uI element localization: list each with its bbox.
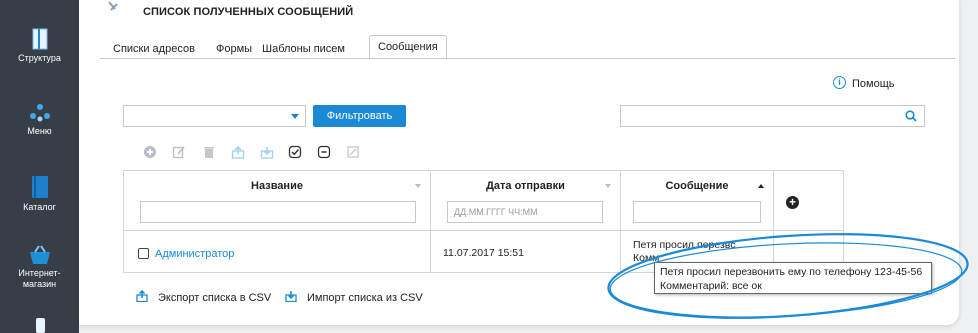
upload-icon — [136, 289, 148, 303]
chevron-down-icon — [291, 114, 299, 119]
download-icon[interactable] — [260, 145, 274, 159]
edit-icon[interactable] — [172, 145, 186, 159]
sidebar-item-label: Структура — [18, 53, 61, 63]
sort-icon[interactable] — [415, 184, 421, 188]
column-header-name[interactable]: Название — [123, 170, 431, 231]
message-tooltip: Петя просил перезвонить ему по телефону … — [654, 262, 932, 294]
sidebar-item-label-2: магазин — [22, 279, 57, 289]
sidebar-item-menu[interactable]: Меню — [0, 103, 79, 137]
sort-icon[interactable] — [605, 184, 611, 188]
left-sidebar: Структура Меню Каталог Интернет- магазин — [0, 0, 79, 333]
upload-icon[interactable] — [231, 145, 245, 159]
page-title: СПИСОК ПОЛУЧЕННЫХ СООБЩЕНИЙ — [143, 6, 354, 18]
sidebar-item-structure[interactable]: Структура — [0, 28, 79, 64]
basket-icon — [29, 245, 50, 264]
copy-icon[interactable] — [346, 145, 360, 159]
sort-asc-icon[interactable] — [758, 184, 764, 188]
sender-link[interactable]: Администратор — [155, 248, 234, 260]
structure-icon — [32, 28, 47, 50]
add-icon[interactable] — [143, 145, 157, 159]
tabs-divider — [100, 58, 955, 59]
column-header-message[interactable]: Сообщение — [620, 170, 774, 231]
message-filter-input[interactable] — [633, 201, 761, 223]
column-header-add — [773, 170, 844, 231]
column-title: Название — [251, 180, 303, 192]
sidebar-item-shop[interactable]: Интернет- магазин — [0, 245, 79, 290]
delete-icon[interactable] — [202, 145, 216, 159]
filter-select[interactable] — [123, 105, 306, 127]
search-input[interactable] — [620, 105, 925, 127]
more-icon — [35, 318, 45, 333]
info-icon[interactable]: i — [833, 76, 846, 89]
sidebar-item-label: Меню — [27, 126, 52, 136]
date-filter-input[interactable]: ДД.ММ.ГГГГ ЧЧ:ММ — [447, 201, 603, 223]
search-icon[interactable] — [905, 110, 917, 122]
menu-icon — [29, 104, 50, 122]
name-filter-input[interactable] — [140, 201, 416, 223]
tooltip-line1: Петя просил перезвонить ему по телефону … — [660, 266, 923, 278]
column-title: Дата отправки — [486, 180, 565, 192]
export-csv-link[interactable]: Экспорт списка в CSV — [136, 289, 272, 304]
sidebar-item-label: Интернет- — [18, 268, 61, 278]
download-icon — [285, 291, 297, 303]
check-all-icon[interactable] — [288, 145, 302, 159]
uncheck-icon[interactable] — [317, 145, 331, 159]
import-csv-link[interactable]: Импорт списка из CSV — [285, 290, 423, 304]
tab-messages[interactable]: Сообщения — [369, 35, 447, 59]
filter-button[interactable]: Фильтровать — [313, 105, 406, 127]
export-label: Экспорт списка в CSV — [158, 292, 272, 304]
column-title: Сообщение — [665, 180, 729, 192]
add-column-icon[interactable]: + — [786, 196, 799, 209]
message-preview-line1: Петя просил перезвс — [633, 239, 736, 251]
page-logo-icon — [108, 1, 118, 11]
help-link[interactable]: Помощь — [852, 78, 895, 90]
catalog-icon — [31, 176, 48, 198]
sidebar-item-label: Каталог — [23, 202, 56, 212]
sidebar-item-more[interactable] — [0, 316, 79, 333]
sent-date: 11.07.2017 15:51 — [443, 247, 524, 259]
tooltip-line2: Комментарий: все ок — [660, 280, 762, 292]
import-label: Импорт списка из CSV — [307, 292, 423, 304]
sidebar-item-catalog[interactable]: Каталог — [0, 175, 79, 213]
row-checkbox[interactable] — [138, 248, 149, 259]
column-header-date[interactable]: Дата отправки ДД.ММ.ГГГГ ЧЧ:ММ — [430, 170, 621, 231]
